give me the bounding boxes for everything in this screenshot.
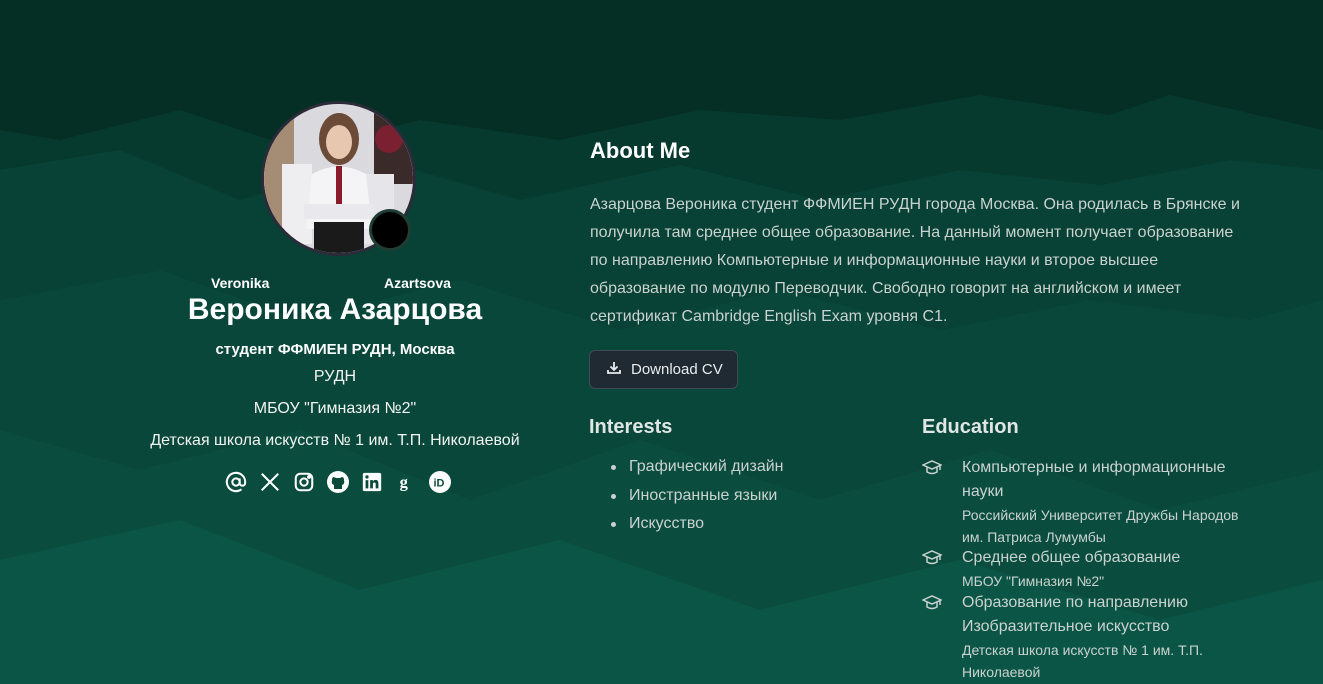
page: Veronika Azartsova Вероника Азарцова сту… <box>0 0 1323 684</box>
social-links: g iD <box>224 470 452 494</box>
download-cv-button[interactable]: Download CV <box>589 350 738 389</box>
profile-role: студент ФФМИЕН РУДН, Москва <box>215 341 455 358</box>
first-name-en: Veronika <box>211 275 270 291</box>
interest-item: Графический дизайн <box>611 456 784 485</box>
education-title: Education <box>922 416 1019 438</box>
interest-item: Иностранные языки <box>611 485 784 514</box>
about-title: About Me <box>590 138 691 163</box>
graduation-cap-icon <box>922 550 942 565</box>
education-item: Среднее общее образование МБОУ "Гимназия… <box>922 546 1242 592</box>
github-icon[interactable] <box>326 470 350 494</box>
instagram-icon[interactable] <box>292 470 316 494</box>
download-icon <box>606 360 622 380</box>
at-icon[interactable] <box>224 470 248 494</box>
graduation-cap-icon <box>922 460 942 475</box>
last-name-en: Azartsova <box>384 275 451 291</box>
organization-item: МБОУ "Гимназия №2" <box>253 400 417 417</box>
svg-text:g: g <box>400 473 409 492</box>
svg-text:iD: iD <box>434 478 445 490</box>
about-text: Азарцова Вероника студент ФФМИЕН РУДН го… <box>590 196 1240 325</box>
education-institution: Российский Университет Дружбы Народов им… <box>962 507 1239 545</box>
graduation-cap-icon <box>922 595 942 610</box>
interest-item: Искусство <box>611 513 784 542</box>
education-item: Образование по направлению Изобразительн… <box>922 591 1242 683</box>
profile-name: Вероника Азарцова <box>187 293 483 326</box>
education-title-text: Среднее общее образование <box>962 549 1181 566</box>
organization-item: Детская школа искусств № 1 им. Т.П. Нико… <box>150 432 520 449</box>
download-cv-label: Download CV <box>631 361 723 378</box>
education-item: Компьютерные и информационные науки Росс… <box>922 456 1242 548</box>
orcid-icon[interactable]: iD <box>428 470 452 494</box>
x-icon[interactable] <box>258 470 282 494</box>
avatar-container <box>261 101 416 256</box>
google-scholar-icon[interactable]: g <box>394 470 418 494</box>
status-badge <box>369 209 411 251</box>
interests-list: Графический дизайн Иностранные языки Иск… <box>611 456 784 542</box>
organization-item: РУДН <box>313 368 357 385</box>
education-institution: Детская школа искусств № 1 им. Т.П. Нико… <box>962 642 1203 680</box>
education-title-text: Образование по направлению Изобразительн… <box>962 594 1188 635</box>
linkedin-icon[interactable] <box>360 470 384 494</box>
education-institution: МБОУ "Гимназия №2" <box>962 573 1105 589</box>
education-title-text: Компьютерные и информационные науки <box>962 459 1226 500</box>
interests-title: Interests <box>589 416 673 438</box>
